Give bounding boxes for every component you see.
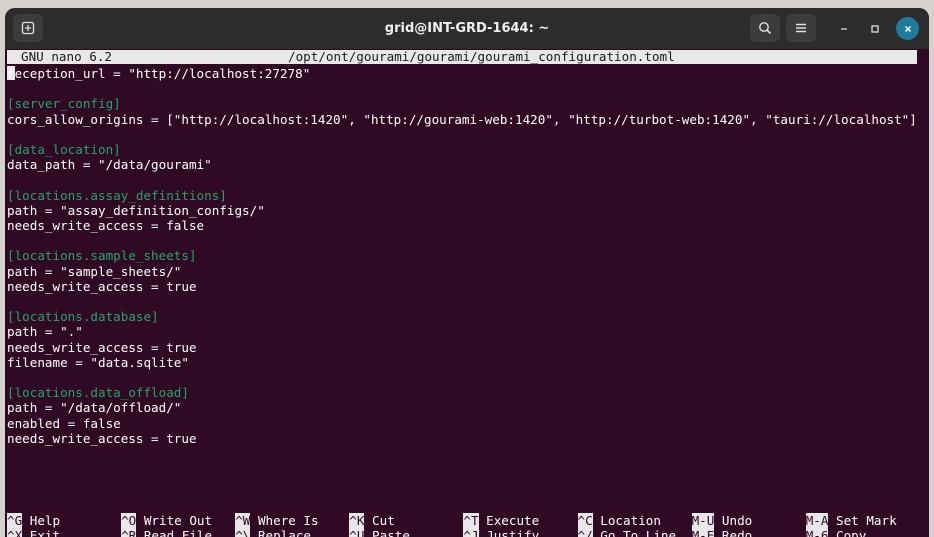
shortcut-label: Help: [22, 513, 61, 528]
shortcut-key: ^W: [235, 513, 251, 528]
shortcut-label: Cut: [364, 513, 395, 528]
config-line: path = ".": [7, 324, 83, 340]
close-icon: [904, 25, 911, 32]
shortcut-item: ^G Help: [7, 513, 60, 528]
shortcut-label: Location: [592, 513, 661, 528]
config-line: needs_write_access = true: [7, 339, 197, 355]
shortcut-key: M-6: [805, 528, 829, 537]
terminal-window: grid@INT-GRD-1644: ~ GNU nano 6.2 /opt/o…: [5, 8, 929, 537]
terminal-area[interactable]: GNU nano 6.2 /opt/ont/gourami/gourami/go…: [5, 49, 929, 537]
config-line: filename = "data.sqlite": [7, 354, 189, 370]
config-line: data_path = "/data/gourami": [7, 157, 212, 173]
shortcut-item: ^/ Go To Line: [577, 528, 677, 537]
shortcut-label: Paste: [364, 528, 410, 537]
config-line: cors_allow_origins = ["http://localhost:…: [7, 111, 917, 127]
maximize-icon: [870, 24, 879, 33]
config-line: needs_write_access = true: [7, 278, 197, 294]
shortcut-label: Set Mark: [828, 513, 897, 528]
shortcut-key: M-E: [691, 528, 715, 537]
shortcut-item: ^\ Replace: [235, 528, 311, 537]
shortcut-item: ^T Execute: [463, 513, 539, 528]
config-line: needs_write_access = false: [7, 218, 205, 233]
shortcut-label: Redo: [714, 528, 753, 537]
config-section-header: [data_location]: [7, 142, 121, 157]
config-section-header: [locations.sample_sheets]: [7, 248, 197, 264]
maximize-button[interactable]: [863, 17, 886, 40]
shortcut-item: ^X Exit: [7, 528, 60, 537]
config-line: path = "assay_definition_configs/": [7, 202, 265, 218]
nano-header-bar: GNU nano 6.2 /opt/ont/gourami/gourami/go…: [7, 50, 917, 64]
config-line: reception_url = "http://localhost:27278": [7, 66, 311, 81]
shortcut-key: ^X: [7, 528, 23, 537]
shortcut-label: Where Is: [250, 513, 319, 528]
shortcut-item: M-E Redo: [691, 528, 753, 537]
shortcut-item: M-6 Copy: [805, 528, 867, 537]
config-line: needs_write_access = true: [7, 430, 197, 446]
hamburger-menu-icon: [796, 23, 806, 33]
shortcut-item: ^K Cut: [349, 513, 395, 528]
menu-button[interactable]: [786, 14, 816, 42]
config-section-header: [locations.database]: [7, 309, 159, 325]
search-icon: [759, 22, 772, 35]
close-button[interactable]: [896, 17, 919, 40]
shortcut-label: Execute: [478, 513, 540, 528]
shortcut-key: M-A: [805, 513, 829, 528]
config-section-header: [server_config]: [7, 96, 121, 112]
shortcut-label: Write Out: [136, 513, 213, 528]
shortcut-label: Justify: [478, 528, 540, 537]
shortcut-item: ^J Justify: [463, 528, 539, 537]
shortcut-key: ^T: [463, 513, 479, 528]
shortcut-key: ^C: [577, 513, 593, 528]
title-bar[interactable]: grid@INT-GRD-1644: ~: [5, 8, 929, 49]
shortcut-label: Copy: [828, 528, 867, 537]
scrollbar[interactable]: [922, 49, 927, 537]
shortcut-item: ^W Where Is: [235, 513, 319, 528]
shortcut-item: M-U Undo: [691, 513, 753, 528]
search-button[interactable]: [750, 14, 780, 42]
config-line: path = "sample_sheets/": [7, 263, 182, 279]
shortcut-key: ^G: [7, 513, 23, 528]
shortcut-label: Undo: [714, 513, 753, 528]
shortcut-label: Read File: [136, 528, 213, 537]
minimize-button[interactable]: [832, 17, 855, 40]
shortcut-item: M-A Set Mark: [805, 513, 897, 528]
config-section-header: [locations.data_offload]: [7, 385, 189, 401]
shortcut-key: ^R: [121, 528, 137, 537]
config-line: enabled = false: [7, 415, 121, 431]
shortcut-label: Exit: [22, 528, 61, 537]
shortcut-key: ^O: [121, 513, 137, 528]
shortcut-label: Replace: [250, 528, 312, 537]
config-line: path = "/data/offload/": [7, 400, 182, 416]
shortcut-item: ^R Read File: [121, 528, 212, 537]
shortcut-key: ^K: [349, 513, 365, 528]
shortcut-item: ^O Write Out: [121, 513, 212, 528]
shortcut-key: ^/: [577, 528, 593, 537]
minimize-icon: [840, 27, 847, 30]
nano-version: GNU nano 6.2: [21, 49, 112, 64]
shortcut-key: ^U: [349, 528, 365, 537]
shortcut-key: ^J: [463, 528, 479, 537]
shortcut-key: ^\: [235, 528, 251, 537]
file-path: /opt/ont/gourami/gourami/gourami_configu…: [288, 49, 675, 64]
shortcut-key: M-U: [691, 513, 715, 528]
shortcut-label: Go To Line: [592, 528, 677, 537]
shortcut-item: ^C Location: [577, 513, 661, 528]
shortcut-item: ^U Paste: [349, 528, 410, 537]
config-section-header: [locations.assay_definitions]: [7, 187, 227, 203]
